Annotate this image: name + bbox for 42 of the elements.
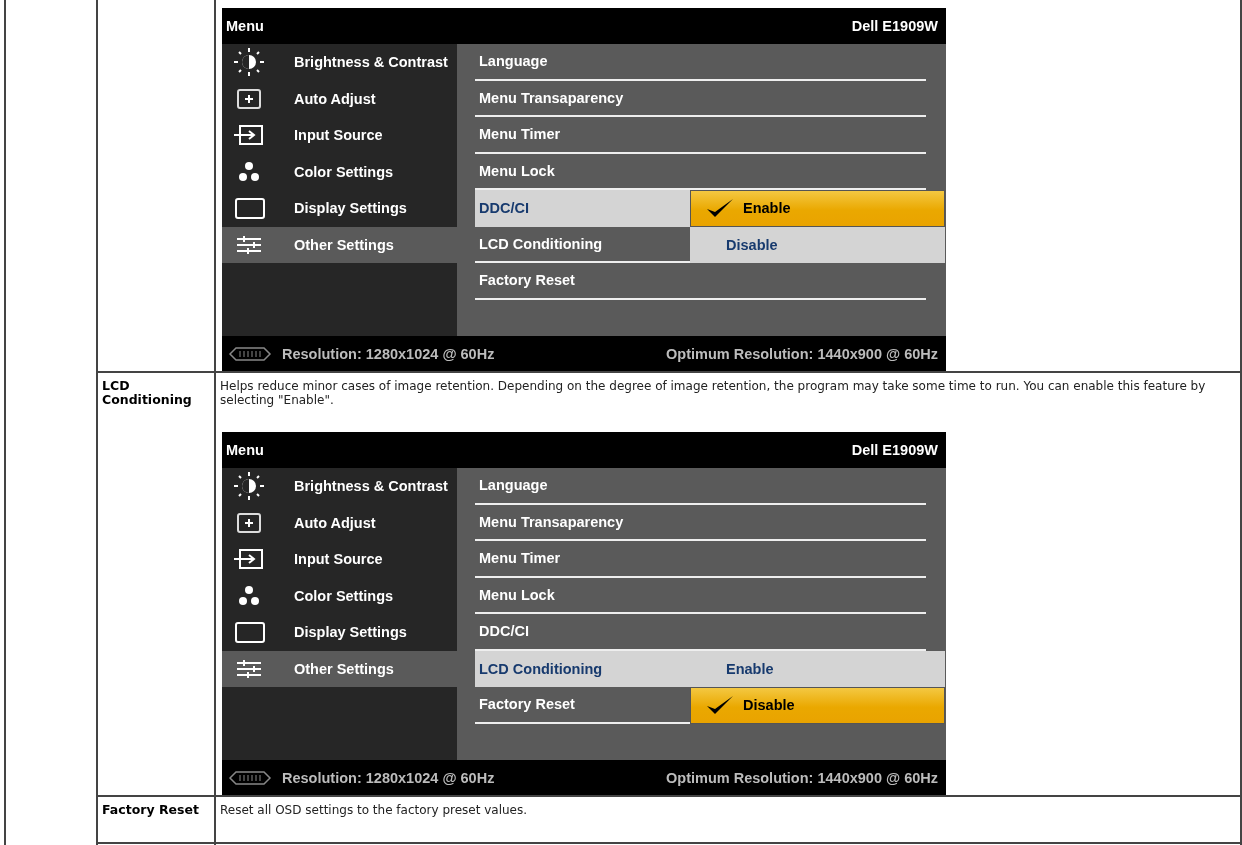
optimum-resolution-text: Optimum Resolution: 1440x900 @ 60Hz	[666, 769, 938, 786]
monitor-model: Dell E1909W	[851, 18, 938, 34]
setting-item[interactable]: Menu Timer	[475, 117, 690, 154]
vga-connector-icon	[228, 344, 272, 363]
setting-label: LCD Conditioning	[102, 379, 193, 407]
sun-icon	[232, 47, 266, 78]
setting-item[interactable]: Factory Reset	[475, 263, 690, 300]
setting-item[interactable]: LCD Conditioning	[475, 650, 690, 687]
category-item[interactable]: Brightness & Contrast	[222, 44, 457, 81]
option-item[interactable]: Disable	[690, 687, 945, 724]
setting-item[interactable]: Menu Lock	[475, 577, 690, 614]
setting-item[interactable]: Language	[475, 44, 690, 81]
category-item[interactable]: Display Settings	[222, 614, 457, 651]
setting-item[interactable]: Menu Timer	[475, 541, 690, 578]
menu-title: Menu	[226, 442, 264, 458]
category-item[interactable]: Other Settings	[222, 650, 457, 687]
description-text: Helps reduce minor cases of image retention. Depending on the degree of image retention, the program may take some time to run. You can enable this feature by selecting "Enable".	[220, 379, 1207, 407]
category-item[interactable]: Color Settings	[222, 153, 457, 190]
setting-item[interactable]: Menu Transaparency	[475, 504, 690, 541]
description-text: Reset all OSD settings to the factory preset values.	[220, 803, 529, 817]
menu-title: Menu	[226, 18, 264, 34]
category-item[interactable]: Display Settings	[222, 190, 457, 227]
resolution-text: Resolution: 1280x1024 @ 60Hz	[282, 345, 495, 362]
setting-item[interactable]: Menu Transaparency	[475, 80, 690, 117]
monitor-model: Dell E1909W	[851, 442, 938, 458]
category-item[interactable]: Brightness & Contrast	[222, 468, 457, 505]
option-item[interactable]: Enable	[690, 190, 945, 227]
setting-item[interactable]: Language	[475, 468, 690, 505]
vga-connector-icon	[228, 768, 272, 787]
optimum-resolution-text: Optimum Resolution: 1440x900 @ 60Hz	[666, 345, 938, 362]
resolution-text: Resolution: 1280x1024 @ 60Hz	[282, 769, 495, 786]
category-item[interactable]: Input Source	[222, 117, 457, 154]
option-item[interactable]: Disable	[690, 226, 945, 263]
option-item[interactable]: Enable	[690, 650, 945, 687]
category-item[interactable]: Color Settings	[222, 577, 457, 614]
setting-item[interactable]: DDC/CI	[475, 190, 690, 227]
setting-label: Factory Reset	[102, 803, 200, 817]
category-item[interactable]: Other Settings	[222, 226, 457, 263]
sun-icon	[232, 471, 266, 502]
category-item[interactable]: Input Source	[222, 541, 457, 578]
category-item[interactable]: Auto Adjust	[222, 504, 457, 541]
category-item[interactable]: Auto Adjust	[222, 80, 457, 117]
